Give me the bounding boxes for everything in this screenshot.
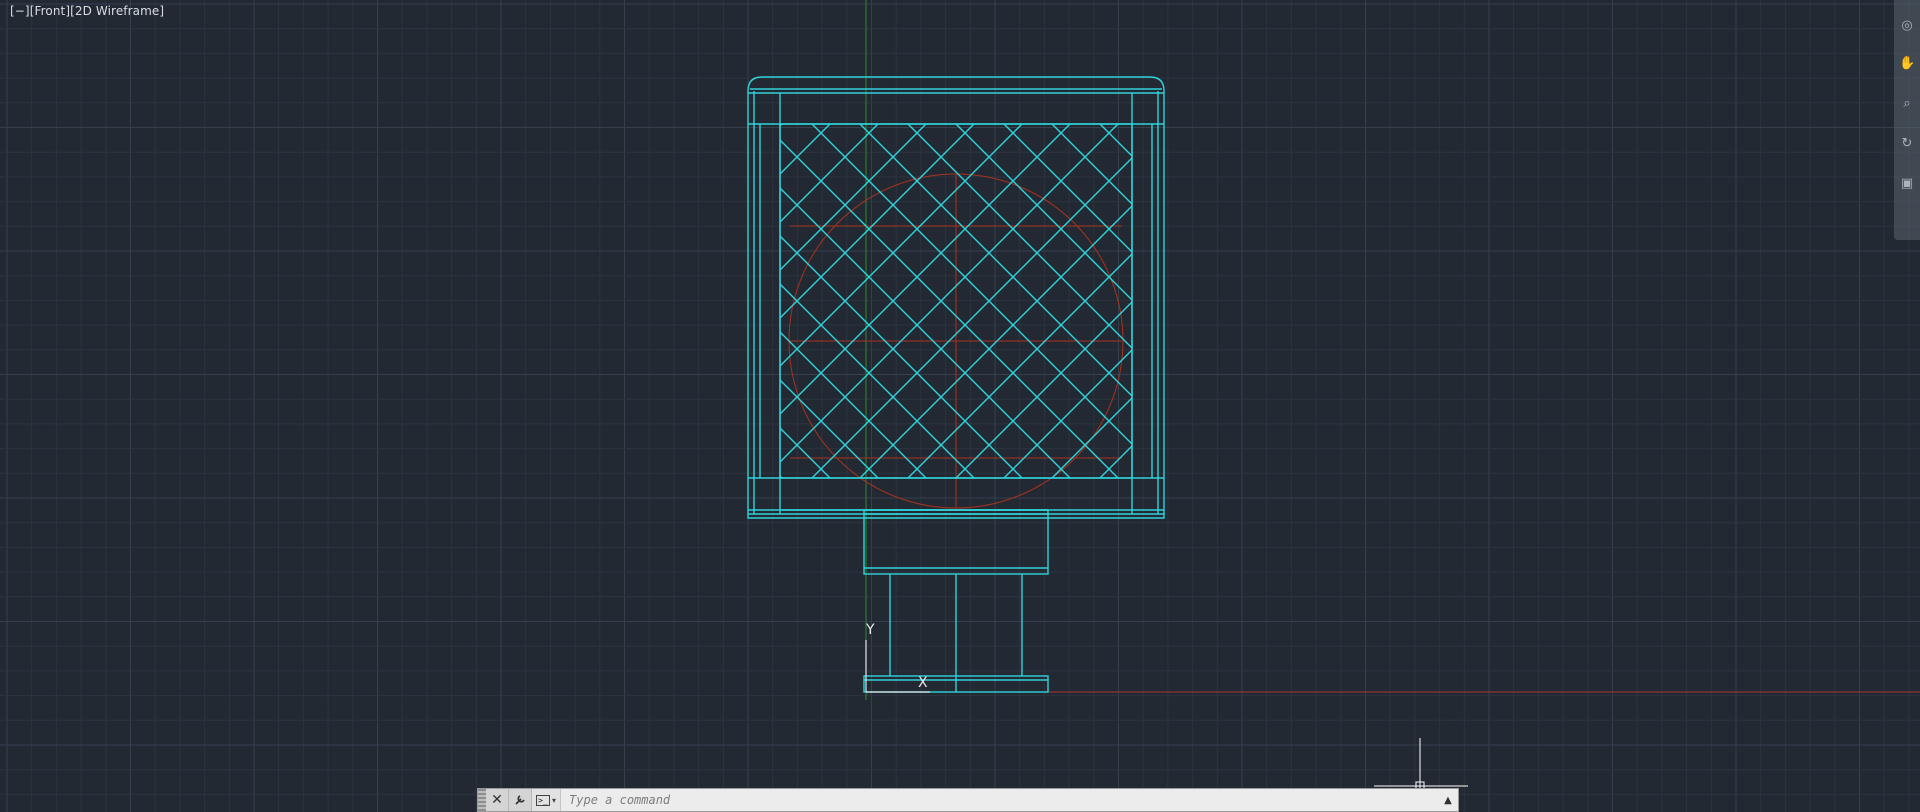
neck: [863, 509, 1049, 575]
view-name-button[interactable]: [Front]: [30, 4, 70, 18]
navigation-bar: ◎ ✋ ⌕ ↻ ▣: [1894, 0, 1920, 240]
orbit-icon[interactable]: ↻: [1899, 136, 1915, 152]
command-line-grip[interactable]: [478, 789, 486, 811]
close-icon[interactable]: ✕: [486, 789, 509, 811]
drawing-canvas[interactable]: [0, 0, 1920, 812]
showmotion-icon[interactable]: ▣: [1899, 176, 1915, 192]
command-input[interactable]: [561, 789, 1438, 811]
pan-icon[interactable]: ✋: [1899, 56, 1915, 72]
grid: [0, 0, 1920, 812]
viewport-menu-button[interactable]: [−]: [10, 4, 30, 18]
command-line: ✕ >_▾ ▲: [477, 788, 1459, 812]
wrench-icon[interactable]: [509, 789, 532, 811]
ucs-y-label: Y: [866, 622, 875, 638]
ucs-x-label: X: [918, 675, 928, 691]
viewport-controls[interactable]: [−][Front][2D Wireframe]: [10, 4, 164, 18]
visual-style-button[interactable]: [2D Wireframe]: [70, 4, 164, 18]
drawing-viewport[interactable]: [−][Front][2D Wireframe] Y X ◎ ✋ ⌕ ↻ ▣: [0, 0, 1920, 812]
cad-model[interactable]: [380, 76, 1838, 693]
zoom-icon[interactable]: ⌕: [1899, 96, 1915, 112]
command-prompt-icon[interactable]: >_ ▾: [532, 789, 562, 811]
triangle-up-icon[interactable]: ▲: [1438, 789, 1458, 811]
steering-wheel-icon[interactable]: ◎: [1899, 18, 1915, 34]
